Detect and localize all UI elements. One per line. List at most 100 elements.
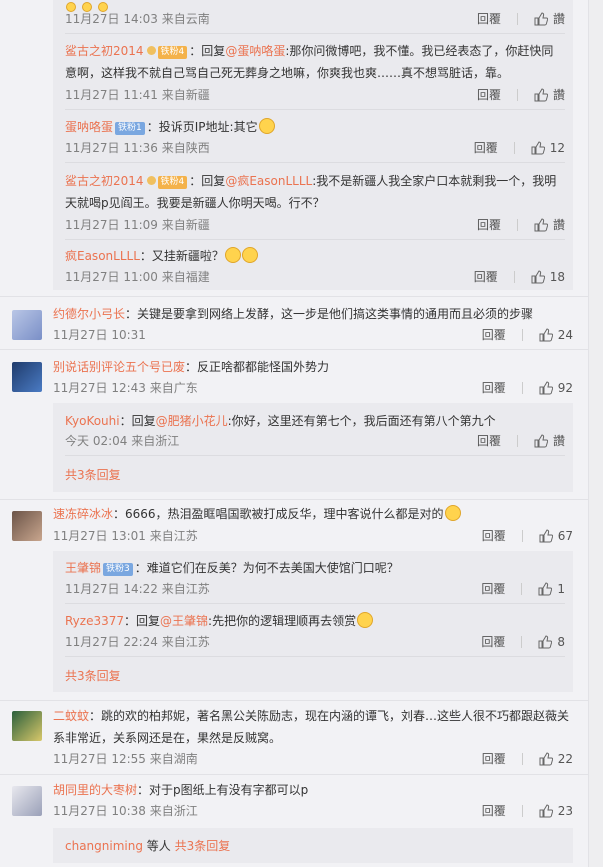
fan-badge: 铁粉4 bbox=[157, 46, 188, 59]
like-count: 22 bbox=[557, 752, 573, 766]
username-link[interactable]: changniming bbox=[65, 839, 143, 853]
like-button[interactable]: 1 bbox=[538, 579, 565, 599]
divider bbox=[521, 329, 523, 341]
view-more-replies-link[interactable]: 共3条回复 bbox=[65, 465, 121, 485]
reply-button[interactable]: 回覆 bbox=[481, 632, 505, 652]
like-button[interactable]: 23 bbox=[539, 801, 573, 821]
divider bbox=[516, 89, 518, 101]
reply-button[interactable]: 回覆 bbox=[482, 378, 506, 398]
reply-button[interactable]: 回覆 bbox=[482, 526, 506, 546]
mention-link[interactable]: @蛋呐咯蛋 bbox=[225, 44, 285, 58]
reply-button[interactable]: 回覆 bbox=[482, 749, 506, 769]
reply-prefix: ：回复 bbox=[119, 414, 156, 428]
reply-item: 鲨古之初2014 铁粉4 ：回复@蛋呐咯蛋:那你问微博吧，我不懂。我已经表态了，你赶… bbox=[65, 44, 554, 80]
like-button[interactable]: 讚 bbox=[534, 431, 565, 451]
thumbs-up-icon bbox=[531, 141, 545, 155]
comment-actions: 回覆 22 bbox=[482, 749, 573, 769]
like-button[interactable]: 18 bbox=[531, 267, 565, 287]
reply-item: 王肇锦 铁粉3 ：难道它们在反美？为何不去美国大使馆门口呢？ bbox=[65, 557, 565, 579]
reply-prefix: 回复 bbox=[201, 174, 226, 188]
fan-badge: 铁粉3 bbox=[103, 563, 133, 576]
comment-actions: 回覆 12 bbox=[474, 138, 565, 158]
like-count: 讚 bbox=[552, 434, 565, 448]
reply-button[interactable]: 回覆 bbox=[474, 267, 498, 287]
comment-meta: 11月27日 11:41 来自新疆 回覆 讚 bbox=[65, 85, 565, 105]
emoji-icon bbox=[444, 505, 461, 521]
comment-meta: 11月27日 10:31 回覆 24 bbox=[53, 325, 573, 345]
mention-link[interactable]: @肥猪小花儿 bbox=[156, 414, 228, 428]
timestamp: 11月27日 22:24 来自江苏 bbox=[65, 635, 210, 649]
view-more-replies-link[interactable]: 共3条回复 bbox=[65, 666, 121, 686]
username-link[interactable]: 蛋呐咯蛋 bbox=[65, 120, 113, 134]
like-button[interactable]: 12 bbox=[531, 138, 565, 158]
comment-item: 约德尔小弓长：关键是要拿到网络上发酵，这一步是他们搞这类事情的通用而且必须的步骤 bbox=[53, 304, 573, 324]
like-count: 23 bbox=[557, 804, 573, 818]
timestamp: 11月27日 10:31 bbox=[53, 328, 146, 342]
comment-actions: 回覆 讚 bbox=[477, 215, 565, 235]
divider bbox=[65, 603, 565, 604]
emoji-icon bbox=[357, 612, 374, 628]
avatar[interactable] bbox=[12, 310, 42, 340]
username-link[interactable]: 约德尔小弓长 bbox=[53, 307, 125, 321]
reply-button[interactable]: 回覆 bbox=[482, 801, 506, 821]
comment-meta: 11月27日 12:55 来自湖南 回覆 22 bbox=[53, 749, 573, 769]
like-button[interactable]: 22 bbox=[539, 749, 573, 769]
like-button[interactable]: 8 bbox=[538, 632, 565, 652]
comment-text: :先把你的逻辑理顺再去领赏 bbox=[208, 614, 357, 628]
comment-text: ：6666，热泪盈眶唱国歌被打成反华，理中客说什么都是对的 bbox=[113, 507, 444, 521]
view-more-replies-link[interactable]: 共3条回复 bbox=[175, 839, 231, 853]
reply-button[interactable]: 回覆 bbox=[477, 215, 501, 235]
comment-actions: 回覆 24 bbox=[482, 325, 573, 345]
username-link[interactable]: 胡同里的大枣树 bbox=[53, 783, 137, 797]
reply-button[interactable]: 回覆 bbox=[481, 579, 505, 599]
like-count: 92 bbox=[557, 381, 573, 395]
like-count: 1 bbox=[557, 582, 565, 596]
like-count: 8 bbox=[557, 635, 565, 649]
reply-button[interactable]: 回覆 bbox=[482, 325, 506, 345]
username-link[interactable]: 疯EasonLLLL bbox=[65, 249, 140, 263]
thumbs-up-icon bbox=[538, 582, 553, 596]
like-button[interactable]: 讚 bbox=[534, 215, 565, 235]
like-count: 67 bbox=[557, 529, 573, 543]
comment-meta: 今天 02:04 来自浙江 回覆 讚 bbox=[65, 431, 565, 451]
avatar[interactable] bbox=[12, 511, 42, 541]
username-link[interactable]: 速冻碎冰冰 bbox=[53, 507, 113, 521]
username-link[interactable]: 王肇锦 bbox=[65, 561, 101, 575]
divider bbox=[65, 455, 565, 456]
like-button[interactable]: 讚 bbox=[534, 9, 565, 29]
like-count: 讚 bbox=[552, 218, 565, 232]
username-link[interactable]: 二蚊蚊 bbox=[53, 709, 89, 723]
thumbs-up-icon bbox=[534, 434, 548, 448]
reply-item: 蛋呐咯蛋 铁粉1 ：投诉页IP地址:其它 bbox=[65, 116, 565, 138]
reply-prefix: ：回复 bbox=[124, 614, 161, 628]
timestamp: 11月27日 12:43 来自广东 bbox=[53, 381, 198, 395]
like-button[interactable]: 92 bbox=[539, 378, 573, 398]
scrollbar[interactable] bbox=[589, 0, 603, 867]
divider bbox=[521, 636, 523, 648]
avatar[interactable] bbox=[12, 786, 42, 816]
mention-link[interactable]: @王肇锦 bbox=[160, 614, 208, 628]
reply-button[interactable]: 回覆 bbox=[477, 9, 501, 29]
comment-meta: 11月27日 10:38 来自浙江 回覆 23 bbox=[53, 801, 573, 821]
reply-button[interactable]: 回覆 bbox=[477, 85, 501, 105]
comment-actions: 回覆 1 bbox=[481, 579, 565, 599]
avatar[interactable] bbox=[12, 362, 42, 392]
username-link[interactable]: 鲨古之初2014 bbox=[65, 174, 144, 188]
reply-item: 鲨古之初2014 铁粉4 ：回复@疯EasonLLLL:我不是新疆人我全家户口本就剩… bbox=[65, 174, 557, 210]
username-link[interactable]: KyoKouhi bbox=[65, 414, 120, 428]
comment-text: ：对于p图纸上有没有字都可以p bbox=[137, 783, 309, 797]
username-link[interactable]: 鲨古之初2014 bbox=[65, 44, 144, 58]
avatar[interactable] bbox=[12, 711, 42, 741]
reply-button[interactable]: 回覆 bbox=[474, 138, 498, 158]
crown-icon bbox=[146, 176, 156, 185]
like-button[interactable]: 24 bbox=[539, 325, 573, 345]
divider bbox=[65, 656, 565, 657]
like-button[interactable]: 讚 bbox=[534, 85, 565, 105]
divider bbox=[0, 700, 589, 701]
reply-button[interactable]: 回覆 bbox=[477, 431, 501, 451]
username-link[interactable]: 别说话别评论五个号已废 bbox=[53, 360, 185, 374]
comment-meta: 11月27日 11:09 来自新疆 回覆 讚 bbox=[65, 215, 565, 235]
username-link[interactable]: Ryze3377 bbox=[65, 614, 124, 628]
mention-link[interactable]: @疯EasonLLLL bbox=[225, 174, 312, 188]
like-button[interactable]: 67 bbox=[539, 526, 573, 546]
